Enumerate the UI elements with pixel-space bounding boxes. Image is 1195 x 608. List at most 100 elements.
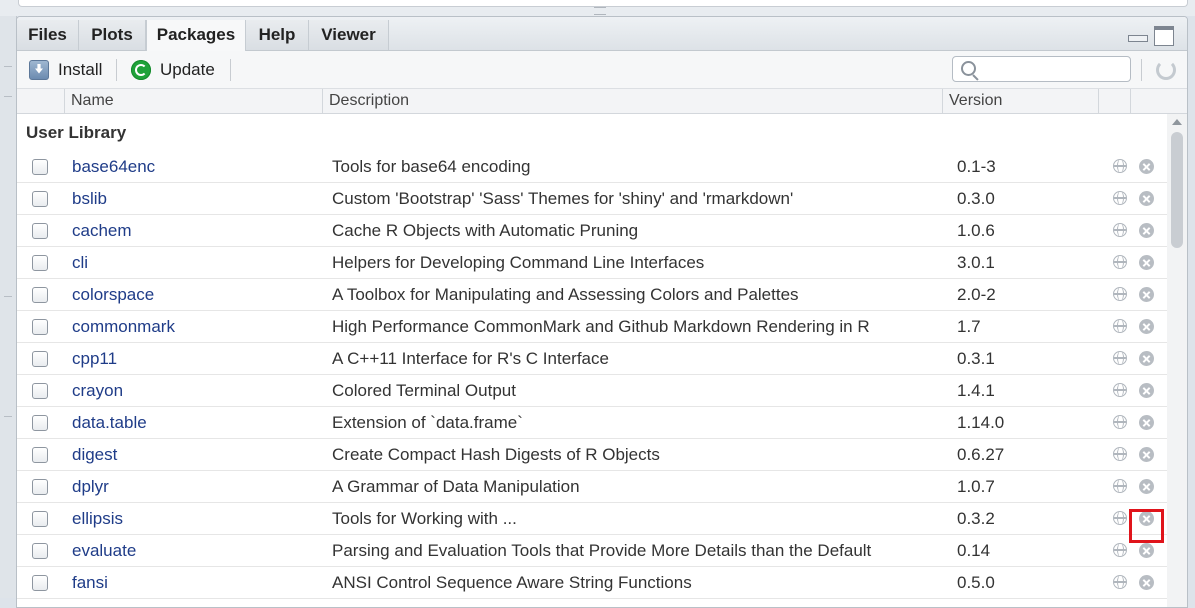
globe-icon[interactable] bbox=[1113, 191, 1127, 205]
toolbar-separator bbox=[1141, 59, 1142, 81]
remove-package-icon[interactable] bbox=[1139, 479, 1154, 494]
remove-column-header bbox=[1130, 89, 1187, 113]
package-checkbox[interactable] bbox=[32, 543, 48, 559]
package-name-link[interactable]: digest bbox=[72, 439, 117, 471]
install-label: Install bbox=[58, 59, 103, 79]
left-pane-edge bbox=[0, 16, 17, 598]
package-checkbox[interactable] bbox=[32, 223, 48, 239]
package-name-link[interactable]: colorspace bbox=[72, 279, 154, 311]
package-name-link[interactable]: dplyr bbox=[72, 471, 109, 503]
pane-splitter-handle[interactable] bbox=[594, 7, 606, 15]
remove-package-icon[interactable] bbox=[1139, 447, 1154, 462]
globe-icon[interactable] bbox=[1113, 223, 1127, 237]
remove-package-icon[interactable] bbox=[1139, 383, 1154, 398]
search-icon bbox=[961, 61, 976, 76]
globe-icon[interactable] bbox=[1113, 415, 1127, 429]
remove-package-icon[interactable] bbox=[1139, 255, 1154, 270]
package-checkbox[interactable] bbox=[32, 287, 48, 303]
table-row: colorspace A Toolbox for Manipulating and… bbox=[17, 279, 1167, 311]
package-checkbox[interactable] bbox=[32, 415, 48, 431]
tab-plots[interactable]: Plots bbox=[79, 20, 146, 50]
update-button[interactable]: Update bbox=[131, 51, 215, 88]
package-description: Extension of `data.frame` bbox=[332, 413, 523, 432]
package-name-link[interactable]: base64enc bbox=[72, 151, 155, 183]
globe-icon[interactable] bbox=[1113, 479, 1127, 493]
remove-package-icon[interactable] bbox=[1139, 287, 1154, 302]
package-checkbox[interactable] bbox=[32, 575, 48, 591]
package-name-link[interactable]: cpp11 bbox=[72, 343, 117, 375]
library-group-label: User Library bbox=[26, 123, 127, 142]
package-name-link[interactable]: cachem bbox=[72, 215, 132, 247]
globe-icon[interactable] bbox=[1113, 159, 1127, 173]
install-icon bbox=[29, 59, 49, 80]
globe-icon[interactable] bbox=[1113, 319, 1127, 333]
remove-package-icon[interactable] bbox=[1139, 415, 1154, 430]
update-icon bbox=[131, 59, 151, 80]
package-checkbox[interactable] bbox=[32, 447, 48, 463]
tab-viewer[interactable]: Viewer bbox=[309, 20, 389, 50]
remove-package-icon[interactable] bbox=[1139, 223, 1154, 238]
package-version: 0.3.2 bbox=[957, 509, 995, 528]
globe-icon[interactable] bbox=[1113, 543, 1127, 557]
minimize-pane-icon[interactable] bbox=[1128, 35, 1148, 42]
remove-package-icon[interactable] bbox=[1139, 351, 1154, 366]
package-name-link[interactable]: ellipsis bbox=[72, 503, 123, 535]
package-name-link[interactable]: fansi bbox=[72, 567, 108, 599]
remove-package-icon[interactable] bbox=[1139, 319, 1154, 334]
package-version: 1.0.6 bbox=[957, 221, 995, 240]
package-checkbox[interactable] bbox=[32, 383, 48, 399]
globe-icon[interactable] bbox=[1113, 255, 1127, 269]
globe-icon[interactable] bbox=[1113, 575, 1127, 589]
table-row: fansi ANSI Control Sequence Aware String … bbox=[17, 567, 1167, 599]
divider bbox=[4, 416, 12, 417]
table-row: bslib Custom 'Bootstrap' 'Sass' Themes fo… bbox=[17, 183, 1167, 215]
table-row: digest Create Compact Hash Digests of R O… bbox=[17, 439, 1167, 471]
package-checkbox[interactable] bbox=[32, 191, 48, 207]
package-description: A C++11 Interface for R's C Interface bbox=[332, 349, 609, 368]
remove-package-icon[interactable] bbox=[1139, 575, 1154, 590]
package-name-link[interactable]: crayon bbox=[72, 375, 123, 407]
globe-icon[interactable] bbox=[1113, 511, 1127, 525]
package-description: ANSI Control Sequence Aware String Funct… bbox=[332, 573, 692, 592]
package-description: Colored Terminal Output bbox=[332, 381, 516, 400]
package-name-link[interactable]: commonmark bbox=[72, 311, 175, 343]
remove-package-icon[interactable] bbox=[1139, 191, 1154, 206]
refresh-button[interactable] bbox=[1154, 58, 1176, 80]
scrollbar-thumb[interactable] bbox=[1171, 132, 1183, 248]
globe-icon[interactable] bbox=[1113, 351, 1127, 365]
remove-package-icon[interactable] bbox=[1139, 159, 1154, 174]
tab-packages[interactable]: Packages bbox=[146, 20, 246, 51]
vertical-scrollbar[interactable] bbox=[1167, 114, 1187, 607]
name-column-header[interactable]: Name bbox=[64, 89, 322, 113]
package-version: 2.0-2 bbox=[957, 285, 996, 304]
package-checkbox[interactable] bbox=[32, 319, 48, 335]
package-name-link[interactable]: data.table bbox=[72, 407, 147, 439]
package-name-link[interactable]: cli bbox=[72, 247, 88, 279]
description-column-header[interactable]: Description bbox=[322, 89, 942, 113]
package-checkbox[interactable] bbox=[32, 159, 48, 175]
globe-icon[interactable] bbox=[1113, 287, 1127, 301]
table-row: dplyr A Grammar of Data Manipulation 1.0.7 bbox=[17, 471, 1167, 503]
package-search-input[interactable] bbox=[952, 56, 1131, 82]
tab-help[interactable]: Help bbox=[246, 20, 309, 50]
divider bbox=[4, 66, 12, 67]
globe-icon[interactable] bbox=[1113, 383, 1127, 397]
package-name-link[interactable]: bslib bbox=[72, 183, 107, 215]
remove-package-icon[interactable] bbox=[1139, 543, 1154, 558]
package-version: 0.14 bbox=[957, 541, 991, 560]
globe-icon[interactable] bbox=[1113, 447, 1127, 461]
remove-package-icon[interactable] bbox=[1139, 511, 1154, 526]
table-row: data.table Extension of `data.frame` 1.14.… bbox=[17, 407, 1167, 439]
package-checkbox[interactable] bbox=[32, 255, 48, 271]
maximize-pane-icon[interactable] bbox=[1154, 26, 1174, 46]
package-checkbox[interactable] bbox=[32, 511, 48, 527]
install-button[interactable]: Install bbox=[29, 51, 102, 88]
website-column-header bbox=[1098, 89, 1130, 113]
package-checkbox[interactable] bbox=[32, 351, 48, 367]
version-column-header[interactable]: Version bbox=[942, 89, 1098, 113]
scroll-up-arrow-icon[interactable] bbox=[1172, 119, 1182, 125]
package-name-link[interactable]: evaluate bbox=[72, 535, 136, 567]
tab-files[interactable]: Files bbox=[17, 20, 79, 50]
package-checkbox[interactable] bbox=[32, 479, 48, 495]
package-description: Tools for Working with ... bbox=[332, 509, 517, 528]
